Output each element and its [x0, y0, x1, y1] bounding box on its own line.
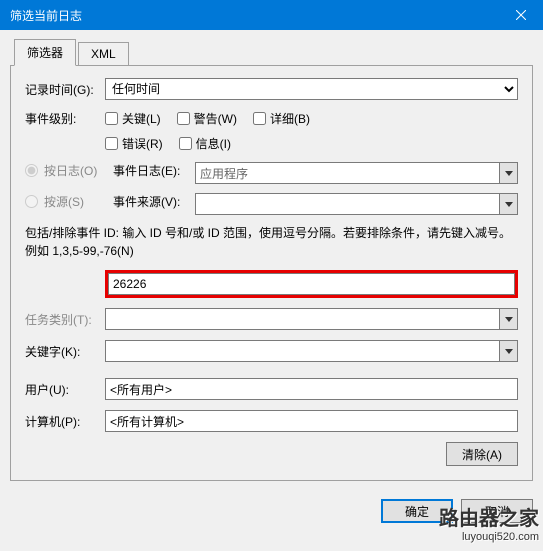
- event-sources-label: 事件来源(V):: [113, 193, 195, 216]
- tab-filter[interactable]: 筛选器: [14, 39, 76, 66]
- event-logs-combo: 应用程序: [195, 162, 518, 184]
- event-id-highlight: [105, 270, 518, 298]
- user-label: 用户(U):: [25, 381, 105, 398]
- clear-button[interactable]: 清除(A): [446, 442, 518, 466]
- window-title: 筛选当前日志: [10, 7, 498, 24]
- cb-warning-input[interactable]: [177, 112, 190, 125]
- radio-by-source: 按源(S): [25, 193, 113, 210]
- event-id-hint: 包括/排除事件 ID: 输入 ID 号和/或 ID 范围，使用逗号分隔。若要排除…: [25, 224, 518, 260]
- event-logs-label: 事件日志(E):: [113, 162, 195, 185]
- event-sources-combo[interactable]: [195, 193, 518, 215]
- level-label: 事件级别:: [25, 110, 105, 127]
- cb-error[interactable]: 错误(R): [105, 135, 163, 152]
- logged-select[interactable]: 任何时间: [105, 78, 518, 100]
- radio-by-log-input: [25, 164, 38, 177]
- ok-button[interactable]: 确定: [381, 499, 453, 523]
- task-category-combo: [105, 308, 518, 330]
- cb-information-input[interactable]: [179, 137, 192, 150]
- chevron-down-icon[interactable]: [499, 341, 517, 361]
- event-id-input[interactable]: [108, 273, 515, 295]
- user-input[interactable]: [105, 378, 518, 400]
- chevron-down-icon: [499, 309, 517, 329]
- keywords-combo[interactable]: [105, 340, 518, 362]
- dialog-footer: 确定 取消: [0, 489, 543, 533]
- cb-warning[interactable]: 警告(W): [177, 110, 237, 127]
- radio-by-source-input: [25, 195, 38, 208]
- cb-verbose-input[interactable]: [253, 112, 266, 125]
- chevron-down-icon: [499, 163, 517, 183]
- tab-xml[interactable]: XML: [78, 42, 129, 66]
- titlebar: 筛选当前日志: [0, 0, 543, 30]
- radio-by-log: 按日志(O): [25, 162, 113, 179]
- computer-label: 计算机(P):: [25, 413, 105, 430]
- keywords-label: 关键字(K):: [25, 343, 105, 360]
- cb-critical[interactable]: 关键(L): [105, 110, 161, 127]
- computer-input[interactable]: [105, 410, 518, 432]
- cb-critical-input[interactable]: [105, 112, 118, 125]
- task-category-label: 任务类别(T):: [25, 311, 105, 328]
- cancel-button[interactable]: 取消: [461, 499, 533, 523]
- chevron-down-icon[interactable]: [499, 194, 517, 214]
- close-button[interactable]: [498, 0, 543, 30]
- tab-bar: 筛选器 XML: [10, 38, 533, 66]
- logged-label: 记录时间(G):: [25, 81, 105, 98]
- cb-information[interactable]: 信息(I): [179, 135, 231, 152]
- cb-error-input[interactable]: [105, 137, 118, 150]
- close-icon: [516, 10, 526, 20]
- cb-verbose[interactable]: 详细(B): [253, 110, 310, 127]
